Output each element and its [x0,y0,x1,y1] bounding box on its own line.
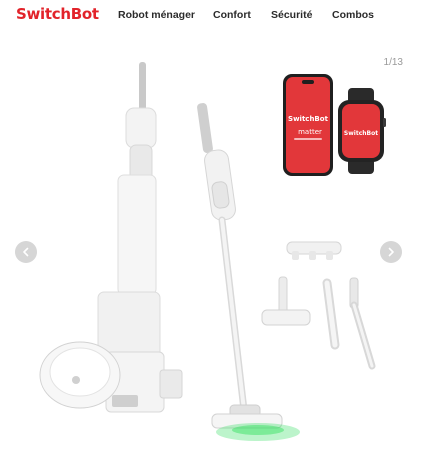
accessories-illustration [261,241,376,370]
matter-logo-text: matter [298,128,322,136]
nav-item-robot-menager[interactable]: Robot ménager [118,9,195,21]
carousel-prev-button[interactable] [15,241,37,263]
watch-brand-text: SwitchBot [344,130,378,137]
carousel-next-button[interactable] [380,241,402,263]
smartwatch-illustration: SwitchBot [338,88,386,174]
chevron-left-icon [23,247,29,257]
phone-brand-text: SwitchBot [288,115,329,123]
nav-item-combos[interactable]: Combos [332,9,374,21]
switchbot-logo[interactable]: SwitchBot [16,5,99,23]
smartphone-illustration: SwitchBot matter [283,74,333,176]
nav-item-confort[interactable]: Confort [213,9,251,21]
product-image: SwitchBot matter SwitchBot [39,62,386,441]
vacuum-dock-illustration [39,62,183,413]
top-nav: SwitchBot Robot ménager Confort Sécurité… [0,0,425,30]
chevron-right-icon [388,247,394,257]
nav-item-securite[interactable]: Sécurité [271,9,312,21]
